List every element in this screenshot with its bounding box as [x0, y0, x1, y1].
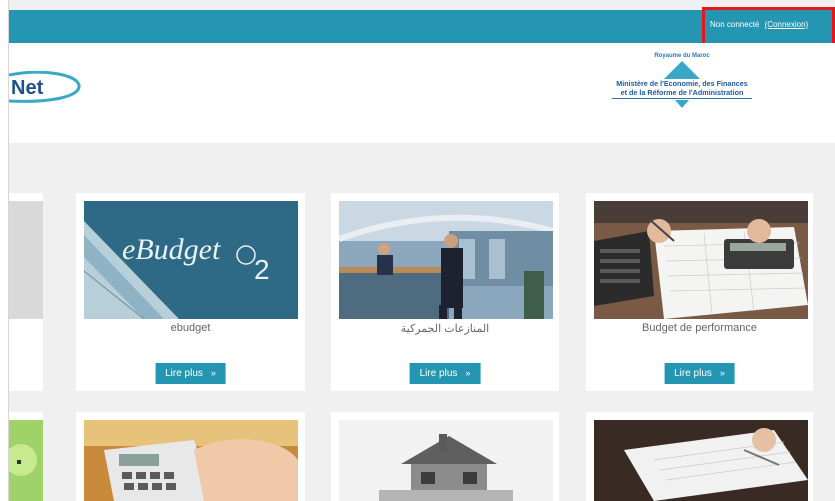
ministry-emblem-bottom-icon — [675, 100, 689, 108]
card-image-house[interactable] — [339, 420, 553, 501]
card-customs-disputes: المنازعات الجمركية Lire plus » — [331, 193, 559, 391]
chevron-right-icon: » — [465, 368, 471, 378]
card-image-documents[interactable] — [594, 420, 808, 501]
site-logo[interactable]: Net — [9, 71, 89, 103]
read-more-label: Lire plus — [674, 368, 712, 379]
ministry-name-line2: et de la Réforme de l'Administration — [620, 88, 744, 97]
ministry-kingdom: Royaume du Maroc — [654, 53, 710, 59]
ministry-name-line1: Ministère de l'Economie, des Finances — [616, 79, 748, 88]
card-partial-left — [9, 193, 43, 391]
read-more-button-ebudget[interactable]: Lire plus » — [155, 363, 226, 384]
card-row2-calculator — [76, 412, 305, 501]
auth-status-text: Non connecté — [710, 20, 760, 29]
chevron-right-icon: » — [719, 368, 725, 378]
card-title: ebudget — [170, 322, 211, 334]
card-row2-house — [331, 412, 559, 501]
chevron-right-icon: » — [210, 368, 216, 378]
logo-text: Net — [11, 77, 44, 99]
site-header: Net Royaume du Maroc Ministère de l'Econ… — [9, 43, 835, 143]
card-image-ebudget[interactable]: eBudget 2 — [84, 201, 298, 319]
card-ebudget: eBudget 2 ebudget Lire plus » — [76, 193, 305, 391]
top-bar: Non connecté (Connexion) — [9, 7, 835, 46]
read-more-label: Lire plus — [419, 368, 458, 379]
ebudget-image-number: 2 — [254, 254, 270, 285]
ministry-rule — [612, 98, 752, 99]
card-image-budget-performance[interactable] — [594, 201, 808, 319]
card-title: Budget de performance — [642, 322, 757, 334]
card-title: المنازعات الجمركية — [400, 323, 490, 335]
card-image — [9, 201, 43, 319]
login-link[interactable]: (Connexion) — [765, 20, 809, 29]
card-image-calculator[interactable] — [84, 420, 298, 501]
card-row2-documents — [586, 412, 813, 501]
read-more-label: Lire plus — [165, 368, 203, 379]
auth-status-box: Non connecté (Connexion) — [702, 7, 835, 46]
ebudget-image-text: eBudget — [122, 233, 221, 266]
card-row2-partial-left — [9, 412, 43, 501]
ministry-emblem-icon — [664, 61, 700, 79]
card-image-customs-office[interactable] — [339, 201, 553, 319]
card-budget-performance: Budget de performance Lire plus » — [586, 193, 813, 391]
read-more-button-customs[interactable]: Lire plus » — [409, 363, 481, 384]
ministry-logo: Royaume du Maroc Ministère de l'Economie… — [602, 53, 762, 108]
left-edge — [0, 0, 9, 501]
card-image-green[interactable] — [9, 420, 43, 501]
read-more-button-performance[interactable]: Lire plus » — [664, 363, 735, 384]
